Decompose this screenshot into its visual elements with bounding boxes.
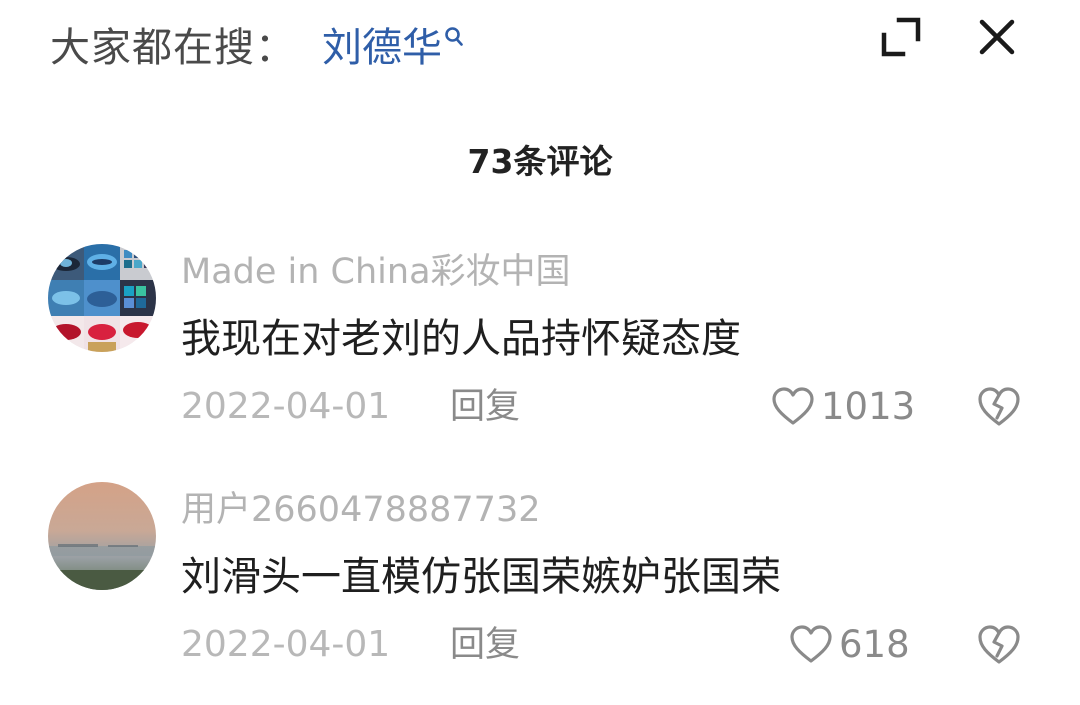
heart-outline-icon xyxy=(772,387,814,425)
search-suggestion-link[interactable]: 刘德华 xyxy=(322,20,464,76)
comment-text: 我现在对老刘的人品持怀疑态度 xyxy=(181,316,741,362)
like-count: 1013 xyxy=(821,385,916,428)
broken-heart-icon[interactable] xyxy=(976,386,1022,428)
comment-username[interactable]: 用户2660478887732 xyxy=(181,486,541,534)
avatar-image xyxy=(48,244,156,352)
comment-date: 2022-04-01 xyxy=(181,624,391,665)
comment-item: 用户2660478887732 刘滑头一直模仿张国荣嫉妒张国荣 2022-04-… xyxy=(0,478,1080,688)
comment-text: 刘滑头一直模仿张国荣嫉妒张国荣 xyxy=(181,554,781,600)
comment-item: Made in China彩妆中国 我现在对老刘的人品持怀疑态度 2022-04… xyxy=(0,240,1080,450)
avatar[interactable] xyxy=(48,482,156,590)
close-icon[interactable] xyxy=(974,14,1020,60)
top-bar: 大家都在搜： 刘德华 xyxy=(0,0,1080,100)
avatar-image xyxy=(48,482,156,590)
expand-icon[interactable] xyxy=(880,16,922,58)
search-suggestion-prefix: 大家都在搜： xyxy=(50,25,296,71)
like-button[interactable]: 1013 xyxy=(771,382,915,432)
reply-button[interactable]: 回复 xyxy=(450,382,520,432)
like-button[interactable]: 618 xyxy=(789,620,910,670)
reply-button[interactable]: 回复 xyxy=(450,620,520,670)
heart-outline-icon xyxy=(790,625,832,663)
broken-heart-icon[interactable] xyxy=(976,624,1022,666)
search-icon xyxy=(445,27,463,46)
comment-count-title: 73条评论 xyxy=(467,142,613,181)
like-count: 618 xyxy=(839,623,910,666)
avatar[interactable] xyxy=(48,244,156,352)
comment-date: 2022-04-01 xyxy=(181,386,391,427)
comment-username[interactable]: Made in China彩妆中国 xyxy=(181,248,571,296)
comments-panel: 大家都在搜： 刘德华 73条评论 Made in China彩妆中国 我现在对老… xyxy=(0,0,1080,705)
search-suggestion-term: 刘德华 xyxy=(322,25,442,71)
